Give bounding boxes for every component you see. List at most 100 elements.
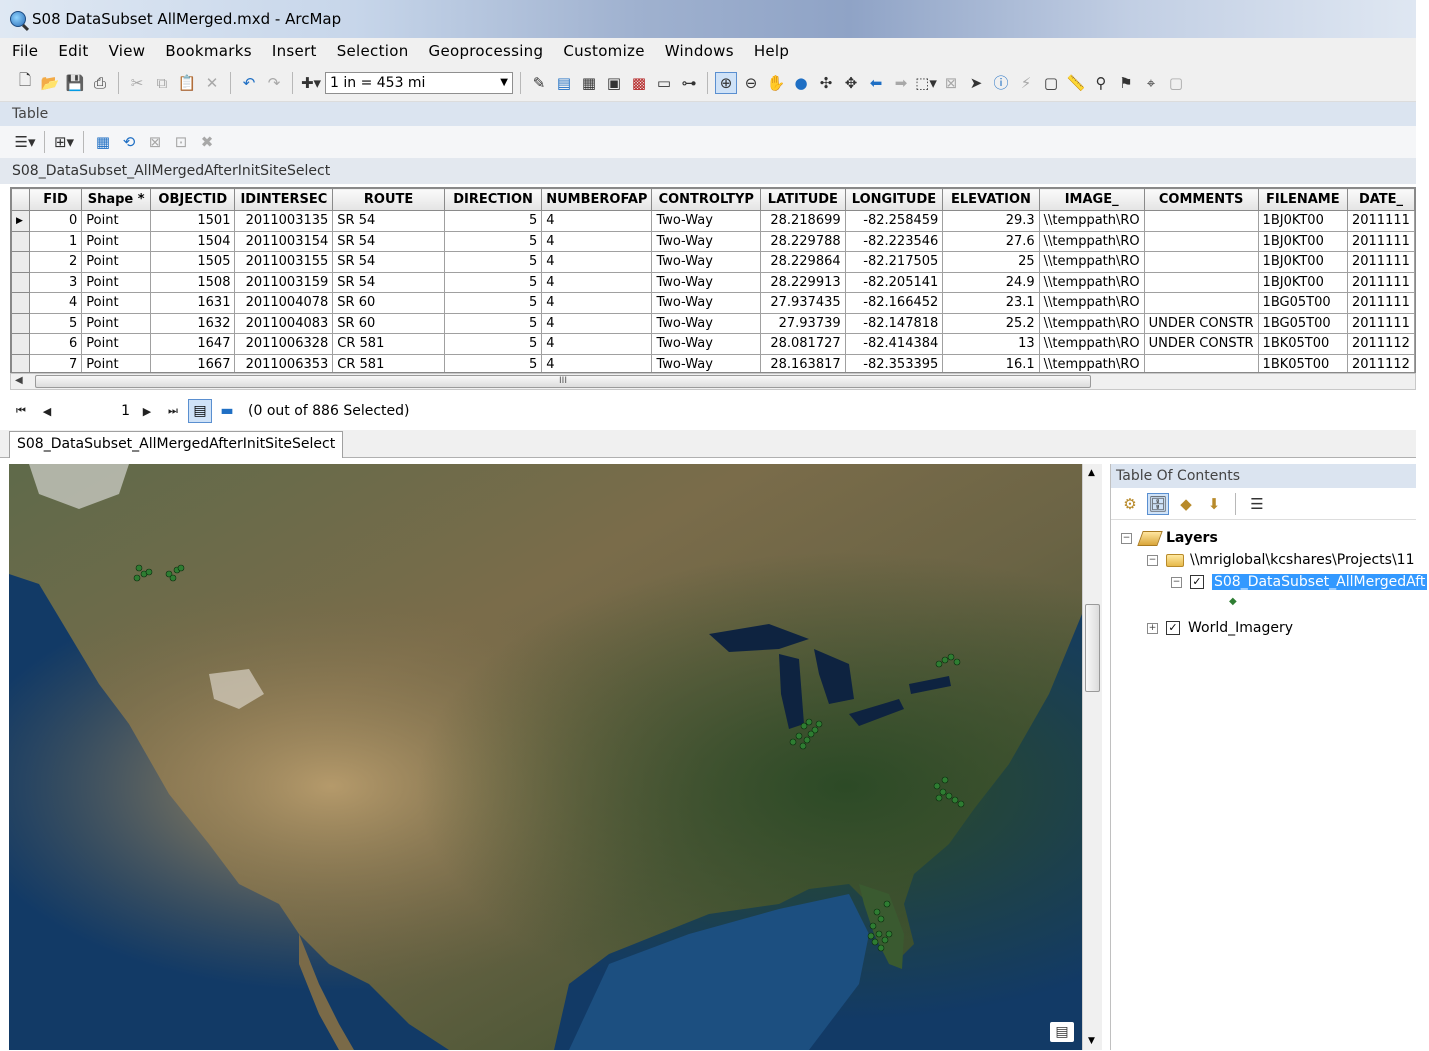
table-tab[interactable]: S08_DataSubset_AllMergedAfterInitSiteSel… (9, 431, 344, 458)
collapse-icon[interactable]: − (1171, 576, 1182, 588)
toc-options-icon[interactable]: ☰ (1246, 493, 1268, 515)
column-header-date[interactable]: DATE_ (1346, 188, 1415, 211)
expand-icon[interactable]: + (1147, 622, 1158, 634)
column-header-elevation[interactable]: ELEVATION (942, 188, 1040, 211)
cell-elevation[interactable]: 13 (942, 333, 1040, 355)
cell-latitude[interactable]: 28.163817 (760, 353, 846, 372)
cell-route[interactable]: SR 54 (332, 230, 445, 252)
cell-numberofap[interactable]: 4 (541, 251, 653, 273)
cell-latitude[interactable]: 28.229864 (760, 251, 846, 273)
cell-date[interactable]: 2011111 (1346, 292, 1415, 314)
table-row[interactable]: 5 Point 1632 2011004083 SR 60 5 4 Two-Wa… (11, 312, 1415, 334)
html-popup-icon[interactable]: ▢ (1040, 72, 1062, 94)
cell-direction[interactable]: 5 (443, 333, 543, 355)
column-header-shape[interactable]: Shape * (81, 188, 152, 211)
cell-elevation[interactable]: 16.1 (942, 353, 1040, 372)
column-header-longitude[interactable]: LONGITUDE (844, 188, 944, 211)
zoom-to-selected-icon[interactable]: ⊡ (170, 131, 192, 153)
table-row[interactable]: 1 Point 1504 2011003154 SR 54 5 4 Two-Wa… (11, 230, 1415, 252)
cell-elevation[interactable]: 23.1 (942, 292, 1040, 314)
map-vertical-scrollbar[interactable]: ▲ ▼ (1082, 464, 1102, 1050)
show-selected-records-icon[interactable]: ▬ (216, 399, 238, 423)
layer-visibility-checkbox[interactable]: ✓ (1166, 621, 1180, 635)
list-by-visibility-icon[interactable]: ◆ (1175, 493, 1197, 515)
row-selector[interactable] (11, 251, 30, 273)
search-window-icon[interactable]: ▣ (603, 72, 625, 94)
row-selector[interactable] (11, 271, 30, 293)
new-document-icon[interactable]: 🗋 (14, 71, 36, 94)
pan-hand-icon[interactable]: ✋ (765, 72, 787, 94)
cell-route[interactable]: SR 54 (332, 271, 445, 293)
toc-node-selected-layer[interactable]: − ✓ S08_DataSubset_AllMergedAft (1171, 574, 1428, 590)
cell-latitude[interactable]: 28.229788 (760, 230, 846, 252)
collapse-icon[interactable]: − (1121, 532, 1132, 544)
paste-icon[interactable]: 📋 (176, 72, 198, 94)
measure-icon[interactable]: 📏 (1065, 72, 1087, 94)
cell-numberofap[interactable]: 4 (541, 353, 653, 372)
select-elements-arrow-icon[interactable]: ➤ (965, 72, 987, 94)
table-of-contents-icon[interactable]: ▤ (553, 72, 575, 94)
table-row[interactable]: ▶ 0 Point 1501 2011003135 SR 54 5 4 Two-… (11, 210, 1415, 232)
column-header-idintersec[interactable]: IDINTERSEC (234, 188, 334, 211)
switch-selection-icon[interactable]: ⟲ (118, 131, 140, 153)
cell-shape[interactable]: Point (81, 292, 152, 314)
column-header-filename[interactable]: FILENAME (1257, 188, 1348, 211)
open-folder-icon[interactable]: 📂 (39, 72, 61, 94)
cell-image[interactable]: \\temppath\RO (1038, 333, 1145, 355)
cell-date[interactable]: 2011111 (1346, 210, 1415, 232)
table-options-icon[interactable]: ☰▾ (14, 131, 36, 153)
find-binoculars-icon[interactable]: ⚲ (1090, 72, 1112, 94)
cell-image[interactable]: \\temppath\RO (1038, 210, 1145, 232)
last-record-icon[interactable]: ⏭ (162, 404, 184, 418)
imagery-layer-label[interactable]: World_Imagery (1188, 620, 1293, 636)
row-selector[interactable] (11, 230, 30, 252)
identify-info-icon[interactable]: ⓘ (990, 72, 1012, 94)
forward-extent-icon[interactable]: ➡ (890, 72, 912, 94)
editor-toolbar-icon[interactable]: ✎ (528, 72, 550, 94)
scroll-up-arrow-icon[interactable]: ▲ (1088, 468, 1095, 478)
cell-objectid[interactable]: 1505 (150, 251, 236, 273)
layout-view-toggle-icon[interactable]: ▤ (1050, 1022, 1074, 1042)
column-header-numberofap[interactable]: NUMBEROFAP (541, 188, 653, 211)
cell-date[interactable]: 2011112 (1346, 333, 1415, 355)
cell-image[interactable]: \\temppath\RO (1038, 230, 1145, 252)
scrollbar-thumb[interactable] (1085, 604, 1100, 692)
first-record-icon[interactable]: ⏮ (10, 404, 32, 418)
column-header-route[interactable]: ROUTE (332, 188, 445, 211)
cell-latitude[interactable]: 27.937435 (760, 292, 846, 314)
cell-shape[interactable]: Point (81, 312, 152, 334)
cell-image[interactable]: \\temppath\RO (1038, 251, 1145, 273)
undo-icon[interactable]: ↶ (238, 72, 260, 94)
cell-elevation[interactable]: 29.3 (942, 210, 1040, 232)
menu-view[interactable]: View (109, 42, 146, 60)
column-header-comments[interactable]: COMMENTS (1143, 188, 1259, 211)
menu-geoprocessing[interactable]: Geoprocessing (429, 42, 544, 60)
catalog-icon[interactable]: ▦ (578, 72, 600, 94)
cell-idintersec[interactable]: 2011006353 (234, 353, 334, 372)
menu-edit[interactable]: Edit (58, 42, 88, 60)
cell-direction[interactable]: 5 (443, 271, 543, 293)
cell-controltyp[interactable]: Two-Way (651, 251, 762, 273)
cell-route[interactable]: SR 60 (332, 312, 445, 334)
cell-date[interactable]: 2011111 (1346, 271, 1415, 293)
cell-longitude[interactable]: -82.258459 (844, 210, 944, 232)
cell-controltyp[interactable]: Two-Way (651, 230, 762, 252)
menu-windows[interactable]: Windows (665, 42, 734, 60)
row-selector[interactable] (11, 292, 30, 314)
cell-fid[interactable]: 3 (28, 271, 83, 293)
menu-insert[interactable]: Insert (272, 42, 317, 60)
full-extent-globe-icon[interactable]: ● (790, 72, 812, 94)
cell-latitude[interactable]: 27.93739 (760, 312, 846, 334)
column-header-direction[interactable]: DIRECTION (443, 188, 543, 211)
cell-elevation[interactable]: 24.9 (942, 271, 1040, 293)
cell-shape[interactable]: Point (81, 230, 152, 252)
menu-bookmarks[interactable]: Bookmarks (165, 42, 252, 60)
delete-icon[interactable]: ✕ (201, 72, 223, 94)
cell-longitude[interactable]: -82.217505 (844, 251, 944, 273)
map-scale-dropdown[interactable]: 1 in = 453 mi ▼ (325, 71, 513, 94)
cut-icon[interactable]: ✂ (126, 72, 148, 94)
row-selector[interactable] (11, 312, 30, 334)
clear-table-selection-icon[interactable]: ⊠ (144, 131, 166, 153)
cell-idintersec[interactable]: 2011003155 (234, 251, 334, 273)
cell-longitude[interactable]: -82.223546 (844, 230, 944, 252)
